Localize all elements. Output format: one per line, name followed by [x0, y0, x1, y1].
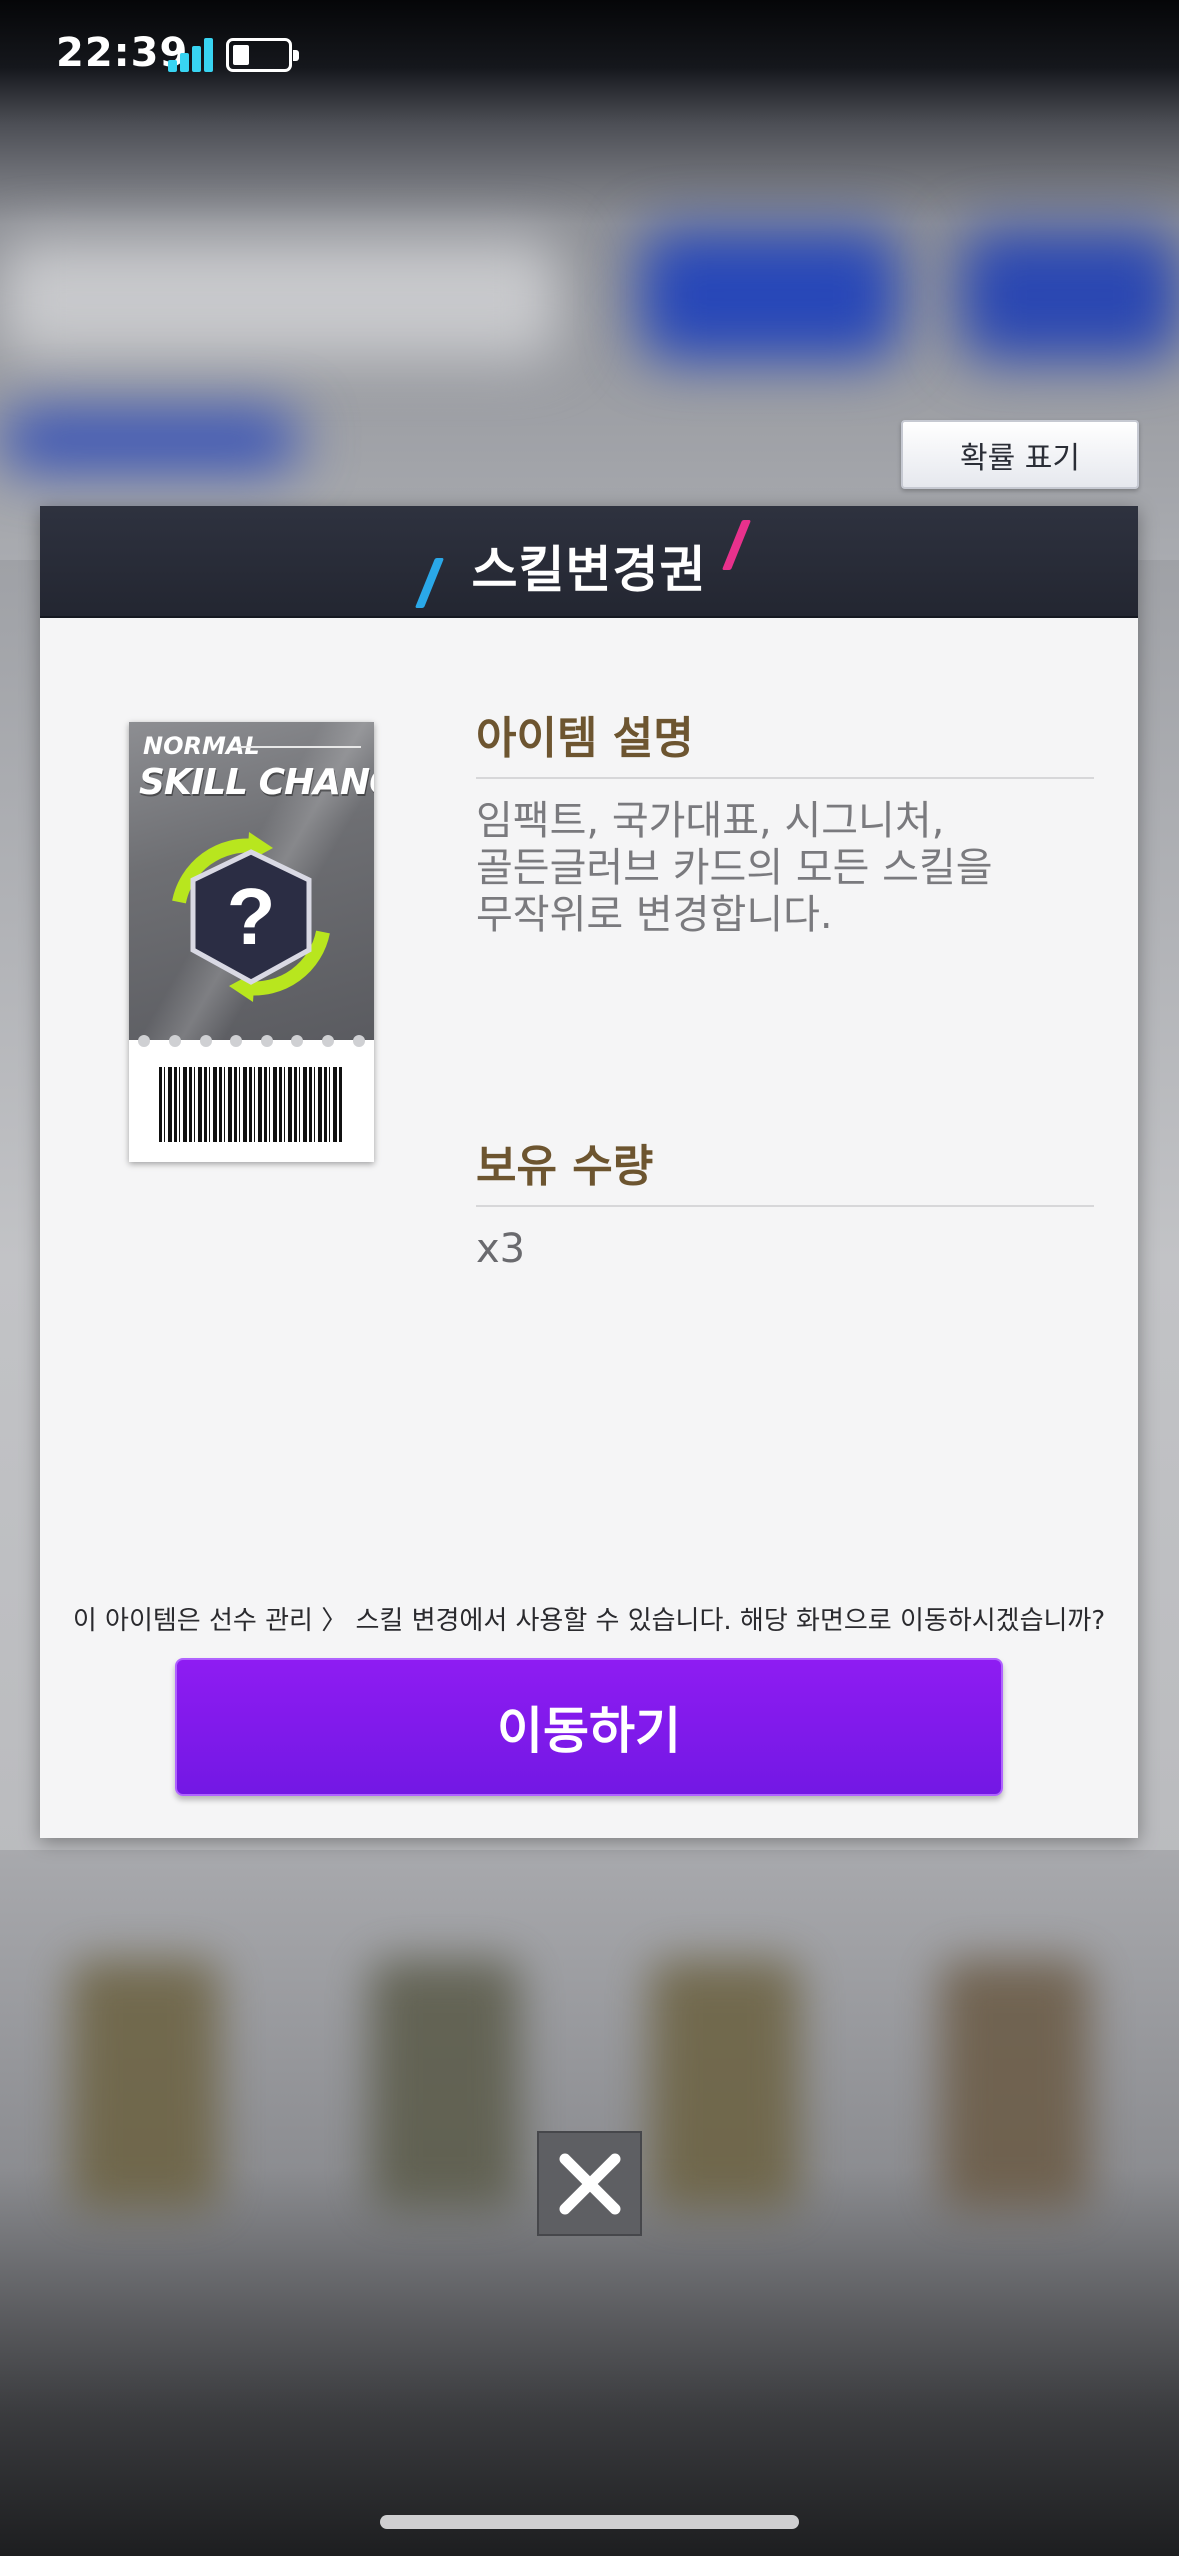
item-dialog: 스킬변경권 NORMAL SKILL CHANGE ? 아이템 설명 임팩트, … [40, 506, 1138, 1838]
status-bar: 22:39 [0, 0, 1179, 110]
ticket-emblem-glyph: ? [227, 872, 276, 961]
item-description: 임팩트, 국가대표, 시그니처, 골든글러브 카드의 모든 스킬을 무작위로 변… [476, 798, 1094, 939]
ticket-perforation [129, 1034, 374, 1048]
home-indicator[interactable] [380, 2515, 799, 2529]
background-blur-blue-a [640, 230, 900, 360]
ticket-face: NORMAL SKILL CHANGE ? [129, 722, 374, 1040]
ticket-name-label: SKILL CHANGE [139, 762, 374, 803]
owned-count-title: 보유 수량 [476, 1141, 654, 1192]
background-card [940, 1960, 1090, 2210]
question-emblem-icon: ? [172, 832, 330, 1002]
dialog-header: 스킬변경권 [40, 506, 1138, 618]
background-blur-panel [0, 240, 560, 360]
barcode-icon [159, 1067, 344, 1142]
dialog-title: 스킬변경권 [471, 541, 707, 599]
close-button[interactable] [537, 2131, 642, 2236]
signal-icon [168, 38, 216, 72]
skill-change-ticket-image: NORMAL SKILL CHANGE ? [129, 722, 374, 1162]
move-button[interactable]: 이동하기 [175, 1658, 1003, 1796]
owned-count-divider [476, 1205, 1094, 1207]
background-card [370, 1960, 520, 2210]
description-line: 골든글러브 카드의 모든 스킬을 [476, 845, 993, 891]
background-card [70, 1960, 220, 2210]
navigation-notice: 이 아이템은 선수 관리 〉 스킬 변경에서 사용할 수 있습니다. 해당 화면… [72, 1606, 1106, 1636]
description-line: 임팩트, 국가대표, 시그니처, [476, 798, 945, 844]
background-blur-blue-b [960, 230, 1179, 360]
close-icon [559, 2153, 620, 2214]
battery-level [233, 45, 249, 65]
description-divider [476, 777, 1094, 779]
description-line: 무작위로 변경합니다. [476, 892, 833, 938]
owned-count-value: x3 [476, 1226, 526, 1272]
background-blur-blue-c [0, 410, 300, 470]
probability-button[interactable]: 확률 표기 [901, 420, 1139, 489]
background-card [650, 1960, 800, 2210]
battery-icon [226, 38, 299, 72]
description-title: 아이템 설명 [476, 713, 694, 764]
